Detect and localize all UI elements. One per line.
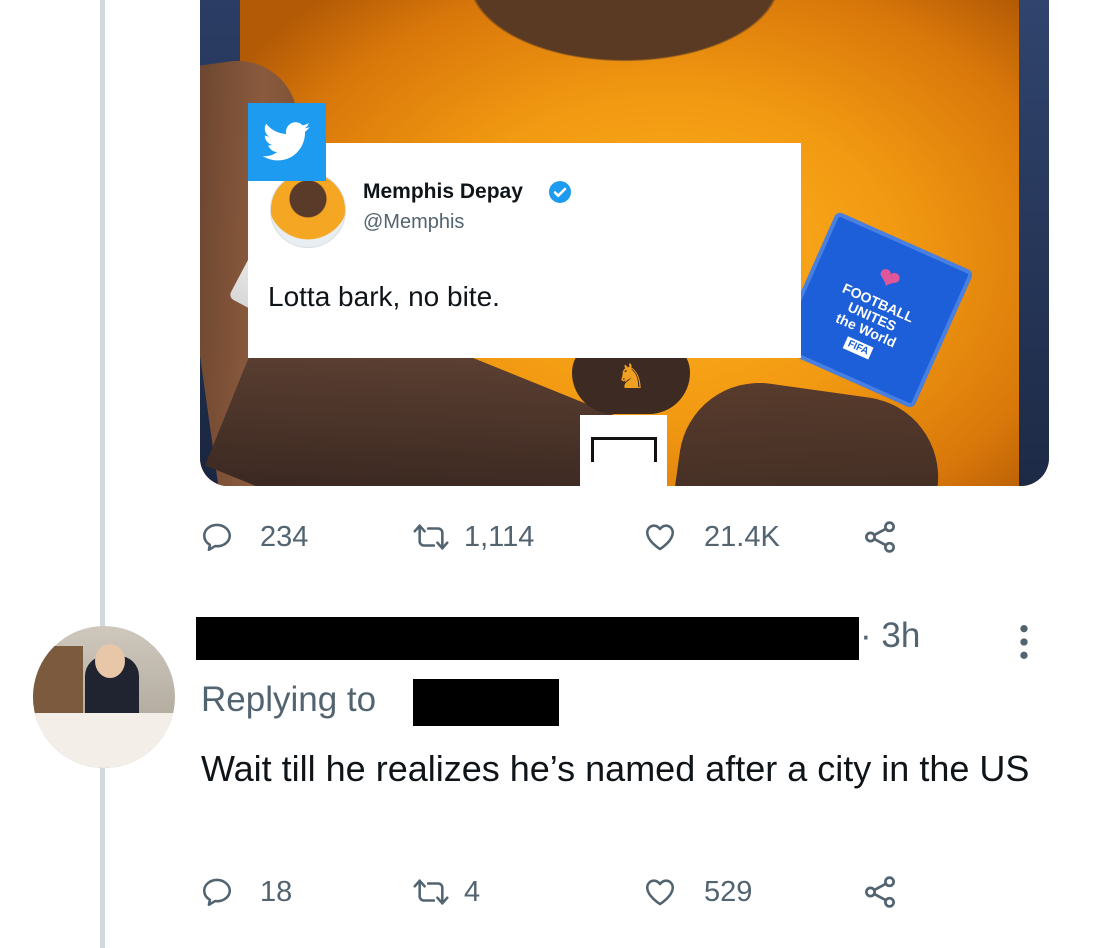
more-icon[interactable] bbox=[1015, 622, 1033, 667]
thread-line bbox=[100, 0, 105, 948]
redacted-author-name bbox=[196, 617, 859, 660]
embedded-tweet-name: Memphis Depay bbox=[363, 180, 523, 203]
reply-button[interactable]: 234 bbox=[200, 520, 412, 554]
twitter-bird-icon bbox=[248, 103, 326, 181]
like-button[interactable]: 21.4K bbox=[642, 520, 860, 554]
reply-action-bar: 18 4 529 bbox=[200, 873, 900, 911]
retweet-count: 1,114 bbox=[464, 520, 535, 553]
reply-author-avatar[interactable] bbox=[33, 626, 175, 768]
retweet-icon bbox=[413, 879, 449, 905]
verified-icon bbox=[548, 180, 572, 209]
goal-logo-icon bbox=[580, 415, 667, 507]
retweet-button[interactable]: 1,114 bbox=[412, 520, 642, 554]
world-cup-sleeve-badge: ❤ FOOTBALL UNITES the World FIFA bbox=[775, 210, 975, 410]
share-icon bbox=[865, 521, 895, 553]
retweet-icon bbox=[413, 524, 449, 550]
like-icon bbox=[645, 524, 675, 551]
share-icon bbox=[865, 876, 895, 908]
like-icon bbox=[645, 879, 675, 906]
reply-text: Wait till he realizes he’s named after a… bbox=[201, 748, 1030, 789]
redacted-replied-user[interactable] bbox=[413, 679, 559, 726]
like-count: 529 bbox=[704, 875, 753, 908]
reply-timestamp[interactable]: · 3h bbox=[860, 616, 920, 656]
tweet-action-bar: 234 1,114 21.4K bbox=[200, 518, 900, 556]
retweet-count: 4 bbox=[464, 875, 481, 908]
replying-to-label: Replying to bbox=[201, 680, 377, 719]
reply-icon bbox=[202, 523, 232, 552]
reply-count: 18 bbox=[260, 875, 293, 908]
reply-icon bbox=[202, 878, 232, 907]
heart-icon: ❤ bbox=[872, 260, 905, 298]
retweet-button[interactable]: 4 bbox=[412, 875, 642, 909]
like-count: 21.4K bbox=[704, 520, 780, 553]
embedded-tweet-handle: @Memphis bbox=[363, 211, 465, 233]
embedded-tweet-card: Memphis Depay @Memphis Lotta bark, no bi… bbox=[248, 143, 801, 358]
reply-button[interactable]: 18 bbox=[200, 875, 412, 909]
share-button[interactable] bbox=[860, 518, 900, 556]
media-background bbox=[1019, 0, 1049, 486]
embedded-tweet-text: Lotta bark, no bite. bbox=[268, 281, 500, 312]
like-button[interactable]: 529 bbox=[642, 875, 860, 909]
reply-count: 234 bbox=[260, 520, 309, 553]
embedded-tweet-avatar bbox=[270, 172, 346, 248]
share-button[interactable] bbox=[860, 873, 900, 911]
